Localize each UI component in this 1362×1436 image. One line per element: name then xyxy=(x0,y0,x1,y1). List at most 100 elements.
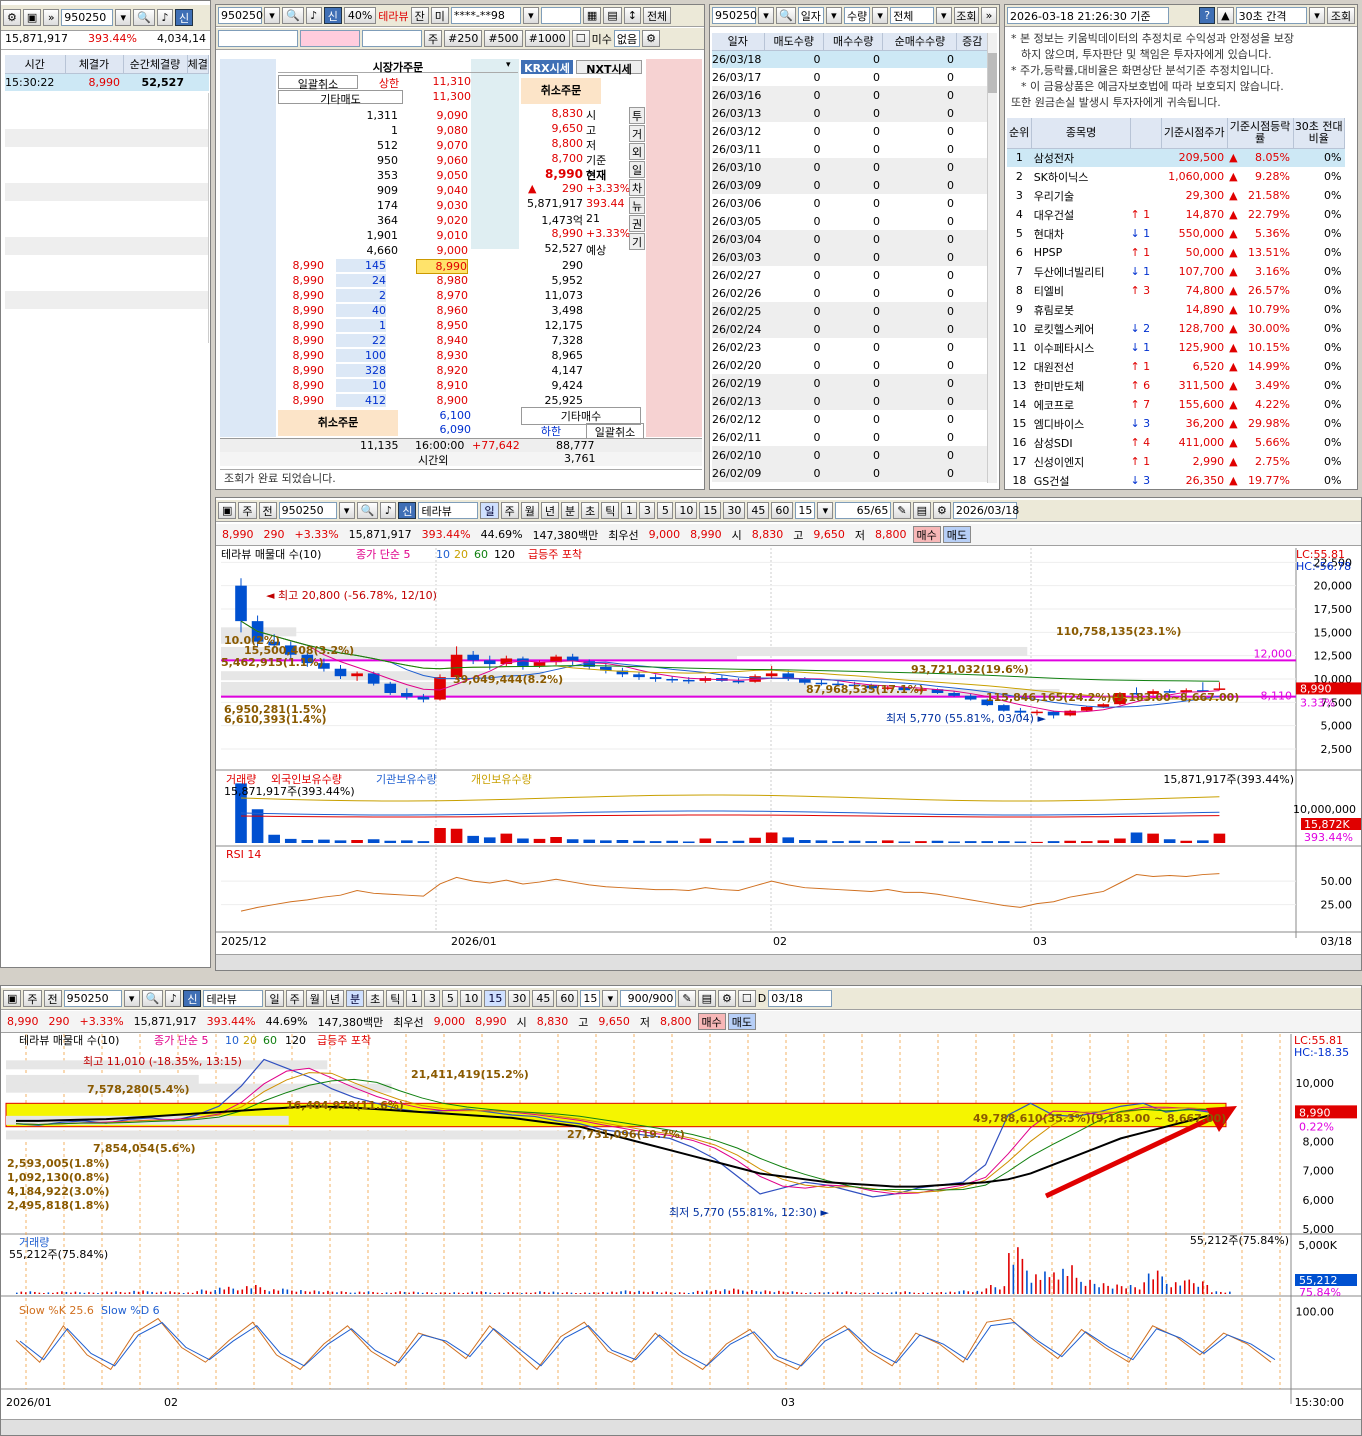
rank-stock-name[interactable]: 현대차 xyxy=(1032,224,1131,243)
dropdown-icon[interactable]: ▾ xyxy=(758,7,774,24)
chart-tool-button[interactable]: 주 xyxy=(23,990,42,1007)
bar-count-input[interactable]: 65/65 xyxy=(835,502,892,519)
dropdown-icon[interactable]: ▾ xyxy=(1308,7,1325,24)
rank-stock-name[interactable]: 삼성SDI xyxy=(1032,433,1131,452)
stock-name-field[interactable]: 테라뷰 xyxy=(203,990,264,1007)
misu-select[interactable]: 없음 xyxy=(613,30,641,47)
chart-tool-button[interactable]: 전 xyxy=(258,502,277,519)
rank-stock-name[interactable]: 에코프로 xyxy=(1032,395,1131,414)
speaker-icon[interactable]: ♪ xyxy=(165,990,182,1007)
interval-button[interactable]: 3 xyxy=(424,990,441,1007)
period-button[interactable]: 년 xyxy=(325,990,344,1007)
interval-button[interactable]: 60 xyxy=(771,502,794,519)
bid-price[interactable]: 8,980 xyxy=(416,274,469,287)
speaker-icon[interactable]: ♪ xyxy=(305,7,322,24)
dropdown-icon[interactable]: ▾ xyxy=(338,502,355,519)
drawing-tools-icon[interactable]: ✎ xyxy=(893,502,911,519)
side-tab[interactable]: 기 xyxy=(629,233,645,250)
rank-stock-name[interactable]: 대원전선 xyxy=(1032,357,1131,376)
ask-price[interactable]: 9,060 xyxy=(416,154,469,167)
rank-stock-name[interactable]: 로킷헬스케어 xyxy=(1032,319,1131,338)
query-button[interactable]: 조회 xyxy=(1326,7,1355,24)
side-tab[interactable]: 거 xyxy=(629,125,645,142)
cancel-order-ask[interactable]: 취소주문 xyxy=(521,78,601,104)
query-button[interactable]: 조회 xyxy=(953,7,979,24)
rank-stock-name[interactable]: 한미반도체 xyxy=(1032,376,1131,395)
search-icon[interactable]: 🔍 xyxy=(282,7,304,24)
ask-price[interactable]: 9,000 xyxy=(416,244,469,257)
rank-stock-name[interactable]: 이수페타시스 xyxy=(1032,338,1131,357)
expand-icon[interactable]: » xyxy=(43,9,60,26)
chart-scrollbar[interactable] xyxy=(1,1419,1361,1435)
balance-button[interactable]: 잔 xyxy=(410,7,429,24)
sell-button[interactable]: 매도 xyxy=(727,1013,757,1030)
bid-price[interactable]: 8,970 xyxy=(416,289,469,302)
ask-price[interactable]: 9,080 xyxy=(416,124,469,137)
interval-button[interactable]: 5 xyxy=(657,502,674,519)
interval-button[interactable]: 30 xyxy=(508,990,531,1007)
bid-price[interactable]: 8,950 xyxy=(416,319,469,332)
stock-code-input[interactable]: 950250 xyxy=(63,990,122,1007)
rank-stock-name[interactable]: 엠디바이스 xyxy=(1032,414,1131,433)
rank-stock-name[interactable]: 휴림로봇 xyxy=(1032,300,1131,319)
bid-price[interactable]: 8,900 xyxy=(416,394,469,407)
speaker-icon[interactable]: ♪ xyxy=(156,9,173,26)
unfilled-button[interactable]: 미 xyxy=(430,7,449,24)
password-input[interactable] xyxy=(540,7,581,24)
rank-stock-name[interactable]: HPSP xyxy=(1032,243,1131,262)
gear-icon[interactable]: ⚙ xyxy=(717,990,736,1007)
interval-button[interactable]: 1 xyxy=(621,502,638,519)
dropdown-icon[interactable]: ▾ xyxy=(264,7,280,24)
save-icon[interactable]: ▤ xyxy=(697,990,716,1007)
scope-select[interactable]: 전체 xyxy=(890,7,934,24)
gear-icon[interactable]: ⚙ xyxy=(932,502,951,519)
cancel-order-bid[interactable]: 취소주문 xyxy=(278,410,398,436)
side-tab[interactable]: 차 xyxy=(629,179,645,196)
help-icon[interactable]: ? xyxy=(1199,7,1216,24)
up-icon[interactable]: ▲ xyxy=(1217,7,1234,24)
rank-stock-name[interactable]: 티엘비 xyxy=(1032,281,1131,300)
interval-button[interactable]: 30 xyxy=(723,502,746,519)
date-checkbox[interactable]: ☐ xyxy=(737,990,756,1007)
daily-chart[interactable]: 22,50020,00017,50015,00012,50010,0007,50… xyxy=(216,548,1361,958)
sell-button[interactable]: 매도 xyxy=(942,526,972,543)
expand-icon[interactable]: » xyxy=(981,7,997,24)
nxt-tab[interactable]: NXT시세 xyxy=(576,60,642,76)
interval-button[interactable]: 10 xyxy=(460,990,483,1007)
all-button[interactable]: 전체 xyxy=(642,7,672,24)
period-button[interactable]: 주 xyxy=(500,502,519,519)
interval-button[interactable]: 15 xyxy=(484,990,507,1007)
calc-icon[interactable]: ▦ xyxy=(582,7,602,24)
ask-price[interactable]: 9,070 xyxy=(416,139,469,152)
ask-price[interactable]: 9,020 xyxy=(416,214,469,227)
rank-stock-name[interactable]: GS건설 xyxy=(1032,471,1131,489)
period-button[interactable]: 일 xyxy=(480,502,499,519)
search-icon[interactable]: 🔍 xyxy=(356,502,379,519)
period-button[interactable]: 틱 xyxy=(386,990,405,1007)
rank-stock-name[interactable]: SK하이닉스 xyxy=(1032,167,1131,186)
date-select[interactable]: 일자 xyxy=(797,7,824,24)
bid-price[interactable]: 8,930 xyxy=(416,349,469,362)
doc-icon[interactable]: ▤ xyxy=(603,7,622,24)
dropdown-icon[interactable]: ▾ xyxy=(825,7,842,24)
ask-price[interactable]: 9,050 xyxy=(416,169,469,182)
period-button[interactable]: 분 xyxy=(345,990,365,1007)
period-button[interactable]: 초 xyxy=(581,502,600,519)
qty-select[interactable]: 수량 xyxy=(843,7,871,24)
gear-icon[interactable]: ⚙ xyxy=(642,30,661,47)
stock-code-input[interactable]: 950250 xyxy=(218,7,263,24)
interval-button[interactable]: 3 xyxy=(639,502,656,519)
period-button[interactable]: 월 xyxy=(520,502,539,519)
chart-scrollbar[interactable] xyxy=(216,954,1361,970)
qty-1000-button[interactable]: #1000 xyxy=(524,30,570,47)
ask-price[interactable]: 9,040 xyxy=(416,184,469,197)
dropdown-icon[interactable]: ▾ xyxy=(872,7,889,24)
rank-stock-name[interactable]: 신성이엔지 xyxy=(1032,452,1131,471)
interval-button[interactable]: 1 xyxy=(406,990,423,1007)
period-button[interactable]: 분 xyxy=(560,502,580,519)
save-icon[interactable]: ▤ xyxy=(912,502,931,519)
date-input[interactable]: 2026/03/18 xyxy=(952,502,1019,519)
rank-stock-name[interactable]: 대우건설 xyxy=(1032,205,1131,224)
search-icon[interactable]: 🔍 xyxy=(133,9,155,26)
intraday-chart[interactable]: 10,0009,0008,0007,0006,0005,000테라뷰 매물대 수… xyxy=(1,1034,1361,1419)
